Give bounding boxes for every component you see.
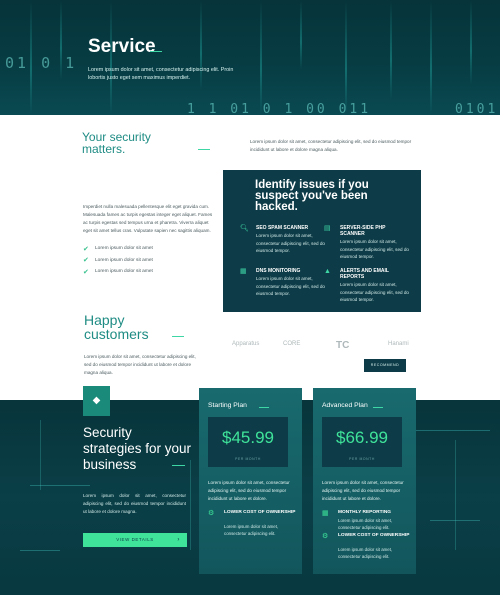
price-period: PER MONTH [235,457,261,461]
list-item: ✔ Lorem ipsum dolor sit amet [83,268,153,276]
customers-description: Lorem ipsum dolor sit amet, consectetur … [84,354,196,375]
plan-name: Starting Plan [208,402,247,409]
plan-card-advanced: Advanced Plan $66.99 PER MONTH Lorem ips… [313,388,416,574]
plan-price: $66.99 [336,428,388,447]
security-paragraph: Imperdiet nulla malesuada pellentesque e… [83,204,213,233]
plan-name: Advanced Plan [322,402,368,409]
page-title: Service [88,36,156,57]
customer-logo: CORE [283,341,301,347]
heading-accent-line [172,336,184,337]
grid-icon: ▦ [322,510,329,517]
plan-description: Lorem ipsum dolor sit amet, consectetur … [208,480,290,501]
issues-card: Identify issues if you suspect you've be… [223,170,421,312]
security-heading: Your security matters. [82,130,151,156]
recommend-button[interactable]: RECOMMEND [364,359,406,372]
check-icon: ✔ [83,257,89,265]
gear-icon: ⚙︎ [322,533,329,540]
list-item: ✔ Lorem ipsum dolor sit amet [83,257,153,265]
check-icon: ✔ [83,268,89,276]
plan-card-starting: Starting Plan $45.99 PER MONTH Lorem ips… [199,388,302,574]
binary-digits: 1 1 01 0 1 00 011 [187,102,372,115]
binary-digits: 01 0 1 [5,54,78,72]
plan-accent-line [259,407,269,408]
binary-digits: 0101 [455,102,499,115]
check-list: ✔ Lorem ipsum dolor sit amet ✔ Lorem ipsum… [83,243,153,278]
warning-icon: ▲ [324,268,331,275]
search-icon: 🔍︎ [240,225,249,232]
plan-description: Lorem ipsum dolor sit amet, consectetur … [322,480,404,501]
hero-subtitle: Lorem ipsum dolor sit amet, consectetur … [88,67,234,81]
heading-accent-line [198,149,210,150]
plan-price: $45.99 [222,428,274,447]
price-period: PER MONTH [349,457,375,461]
customers-heading: Happy customers [84,312,149,342]
customer-logo: Hanami [388,341,409,347]
price-box: $66.99 PER MONTH [322,417,402,467]
strategies-description: Lorem ipsum dolor sit amet, consectetur … [83,493,186,514]
customer-logo: Apparatus [232,341,260,347]
title-accent-line [150,51,162,52]
chevron-right-icon: › [177,537,180,543]
list-item: ✔ Lorem ipsum dolor sit amet [83,245,153,253]
hero-banner: 01 0 1 1 1 01 0 1 00 011 0101 Service Lo… [0,0,500,115]
grid-icon: ▦ [240,268,247,275]
security-description: Lorem ipsum dolor sit amet, consectetur … [250,139,412,152]
issues-title: Identify issues if you suspect you've be… [255,179,369,213]
view-details-button[interactable]: VIEW DETAILS › [83,533,187,547]
price-box: $45.99 PER MONTH [208,417,288,467]
plan-accent-line [373,407,383,408]
check-icon: ✔ [83,245,89,253]
server-icon: ▤ [324,225,331,232]
customer-logo: TC [336,340,350,351]
shield-icon: ◆ [83,386,110,416]
heading-accent-line [172,465,185,466]
gear-icon: ⚙︎ [208,510,215,517]
